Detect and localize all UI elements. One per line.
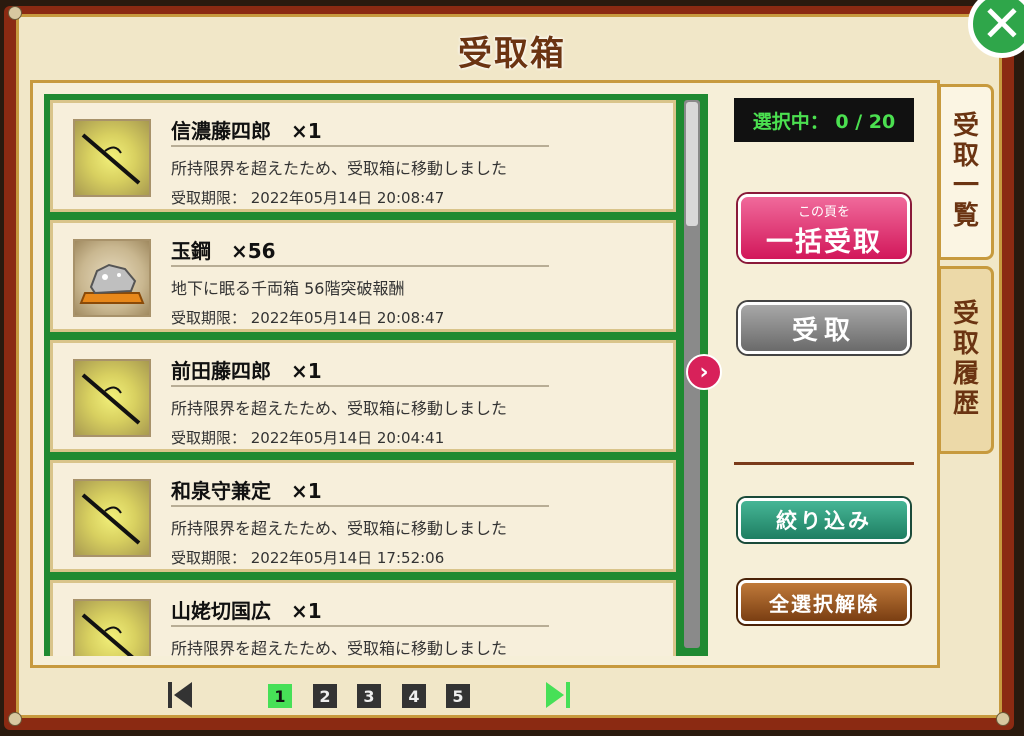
item-name: 和泉守兼定 ×1 — [171, 479, 322, 503]
tab-label-char: 一 — [952, 171, 979, 201]
list-item[interactable]: 前田藤四郎 ×1 所持限界を超えたため、受取箱に移動しました 受取期限： 202… — [50, 340, 676, 452]
close-icon: ✕ — [981, 0, 1023, 53]
divider — [171, 505, 549, 507]
list-item[interactable]: 山姥切国広 ×1 所持限界を超えたため、受取箱に移動しました — [50, 580, 676, 656]
bulk-receive-sublabel: この頁を — [797, 205, 850, 220]
tab-label-char: 歴 — [952, 388, 979, 419]
divider — [171, 145, 549, 147]
chevron-right-icon: › — [699, 359, 709, 385]
item-name: 信濃藤四郎 ×1 — [171, 119, 322, 143]
sword-icon — [73, 479, 151, 557]
divider — [171, 265, 549, 267]
steel-ore-icon — [73, 239, 151, 317]
tab-label-char: 履 — [952, 359, 979, 389]
next-arrow-button[interactable]: › — [686, 354, 722, 390]
window-title: 受取箱 — [458, 34, 566, 74]
item-list: 信濃藤四郎 ×1 所持限界を超えたため、受取箱に移動しました 受取期限： 202… — [44, 94, 708, 656]
item-description: 所持限界を超えたため、受取箱に移動しました — [171, 519, 508, 538]
item-name: 前田藤四郎 ×1 — [171, 359, 322, 383]
selection-counter: 選択中： 0 / 20 — [734, 98, 914, 142]
item-expiry: 受取期限： 2022年05月14日 20:08:47 — [171, 189, 445, 207]
item-expiry: 受取期限： 2022年05月14日 20:04:41 — [171, 429, 445, 447]
list-item[interactable]: 玉鋼 ×56 地下に眠る千両箱 56階突破報酬 受取期限： 2022年05月14… — [50, 220, 676, 332]
page-button-3[interactable]: 3 — [357, 684, 381, 708]
divider — [171, 625, 549, 627]
list-item[interactable]: 和泉守兼定 ×1 所持限界を超えたため、受取箱に移動しました 受取期限： 202… — [50, 460, 676, 572]
tab-receive-history[interactable]: 受 取 履 歴 — [938, 266, 994, 454]
bulk-receive-label: 一括受取 — [766, 227, 882, 258]
tab-receive-list[interactable]: 受 取 一 覧 — [938, 84, 994, 260]
item-description: 所持限界を超えたため、受取箱に移動しました — [171, 399, 508, 418]
bulk-receive-button[interactable]: この頁を 一括受取 — [738, 194, 910, 262]
rivet-decoration — [996, 712, 1010, 726]
tab-label-char: 受 — [952, 299, 979, 330]
tab-label-char: 受 — [952, 111, 979, 142]
item-description: 地下に眠る千両箱 56階突破報酬 — [171, 279, 405, 298]
tab-label-char: 取 — [952, 329, 979, 360]
deselect-all-button[interactable]: 全選択解除 — [738, 580, 910, 624]
sword-icon — [73, 599, 151, 656]
divider — [171, 385, 549, 387]
item-expiry: 受取期限： 2022年05月14日 20:08:47 — [171, 309, 445, 327]
sword-icon — [73, 119, 151, 197]
filter-button[interactable]: 絞り込み — [738, 498, 910, 542]
item-description: 所持限界を超えたため、受取箱に移動しました — [171, 639, 508, 656]
tab-label-char: 取 — [952, 141, 979, 172]
page-button-4[interactable]: 4 — [402, 684, 426, 708]
item-description: 所持限界を超えたため、受取箱に移動しました — [171, 159, 508, 178]
tab-label-char: 覧 — [952, 200, 979, 231]
rivet-decoration — [8, 6, 22, 20]
list-item[interactable]: 信濃藤四郎 ×1 所持限界を超えたため、受取箱に移動しました 受取期限： 202… — [50, 100, 676, 212]
rivet-decoration — [8, 712, 22, 726]
first-page-icon[interactable] — [166, 680, 194, 710]
page-button-1[interactable]: 1 — [268, 684, 292, 708]
divider — [734, 462, 914, 465]
scrollbar-thumb[interactable] — [686, 102, 698, 226]
last-page-icon[interactable] — [544, 680, 572, 710]
receive-button[interactable]: 受取 — [738, 302, 910, 354]
item-name: 山姥切国広 ×1 — [171, 599, 322, 623]
page-button-5[interactable]: 5 — [446, 684, 470, 708]
item-expiry: 受取期限： 2022年05月14日 17:52:06 — [171, 549, 445, 567]
sword-icon — [73, 359, 151, 437]
page-button-2[interactable]: 2 — [313, 684, 337, 708]
item-name: 玉鋼 ×56 — [171, 239, 276, 263]
